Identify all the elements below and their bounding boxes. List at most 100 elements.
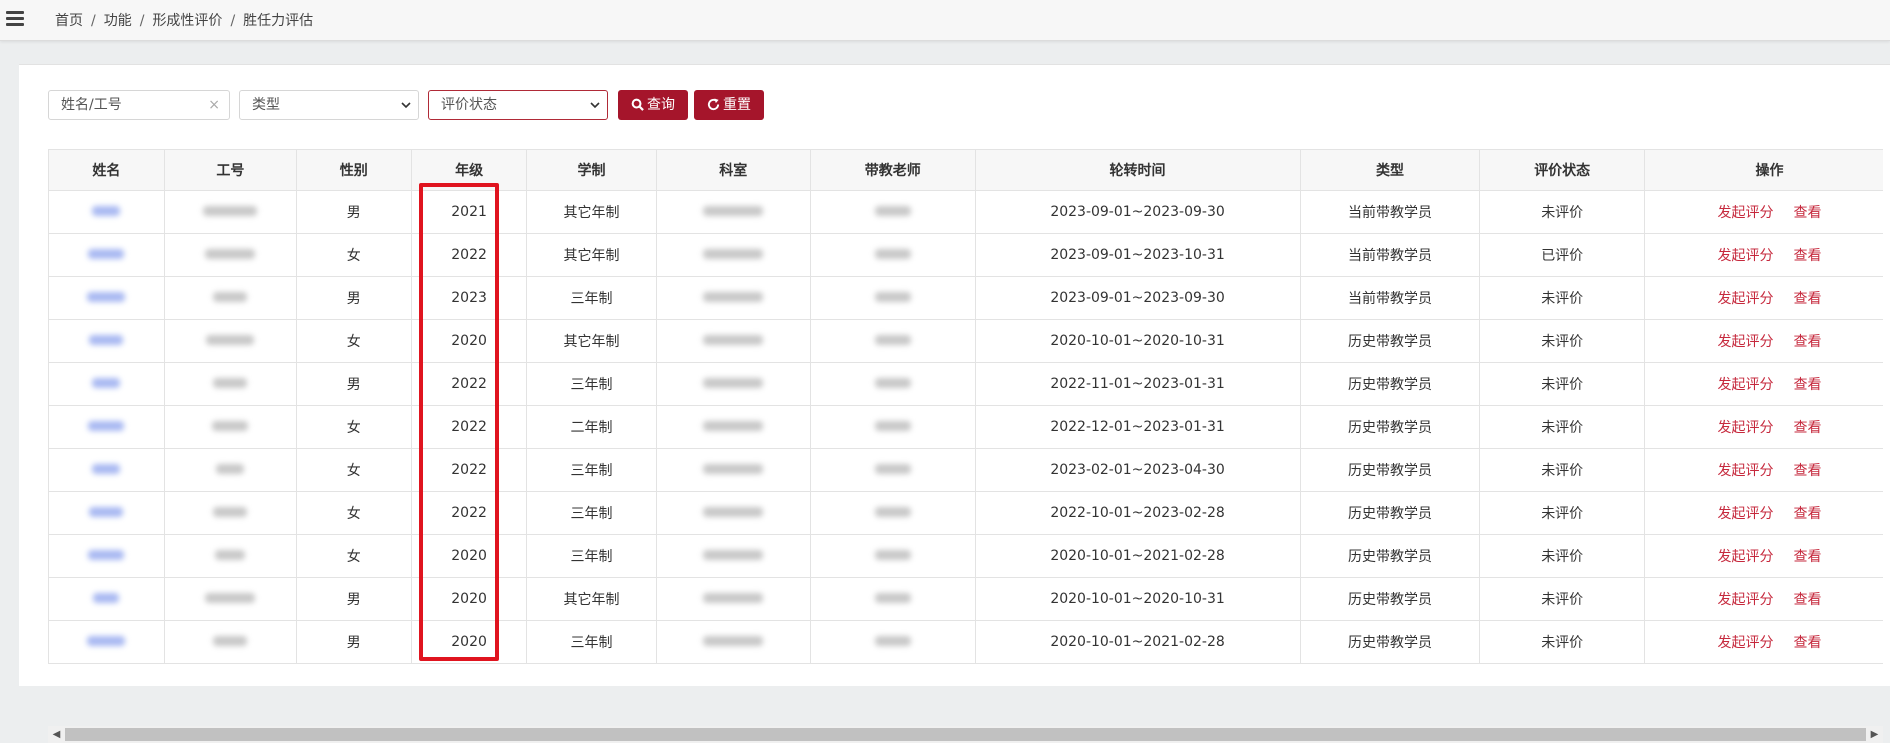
teacher-value xyxy=(874,464,911,474)
id-value xyxy=(213,292,248,302)
cell-system: 二年制 xyxy=(526,405,657,449)
name-link[interactable] xyxy=(92,206,121,216)
cell-type: 历史带教学员 xyxy=(1299,620,1481,664)
start-evaluation-link[interactable]: 发起评分 xyxy=(1717,592,1773,608)
type-select[interactable]: 类型 xyxy=(239,90,419,120)
name-link[interactable] xyxy=(92,464,121,474)
cell-system: 三年制 xyxy=(526,620,657,664)
cell-name[interactable] xyxy=(48,362,165,406)
name-link[interactable] xyxy=(93,593,120,603)
cell-teacher xyxy=(809,405,976,449)
view-link[interactable]: 查看 xyxy=(1793,463,1821,479)
cell-teacher xyxy=(809,190,976,234)
horizontal-scrollbar[interactable]: ◀ ▶ xyxy=(48,726,1883,743)
view-link[interactable]: 查看 xyxy=(1793,592,1821,608)
view-link[interactable]: 查看 xyxy=(1793,248,1821,264)
breadcrumb-home[interactable]: 首页 xyxy=(55,13,83,29)
column-header-name[interactable]: 姓名 xyxy=(48,149,165,191)
start-evaluation-link[interactable]: 发起评分 xyxy=(1717,291,1773,307)
name-link[interactable] xyxy=(88,550,125,560)
table-row: 男 2020 三年制 2020-10-01~2021-02-28 历史带教学员 未评价 发起… xyxy=(48,620,1883,664)
view-link[interactable]: 查看 xyxy=(1793,420,1821,436)
status-select[interactable]: 评价状态 xyxy=(428,90,608,120)
cell-system: 三年制 xyxy=(526,534,657,578)
reset-button[interactable]: 重置 xyxy=(694,90,764,120)
cell-id xyxy=(163,577,297,621)
cell-type: 历史带教学员 xyxy=(1299,577,1481,621)
cell-type: 历史带教学员 xyxy=(1299,319,1481,363)
cell-name[interactable] xyxy=(48,534,165,578)
cell-name[interactable] xyxy=(48,319,165,363)
start-evaluation-link[interactable]: 发起评分 xyxy=(1717,205,1773,221)
breadcrumb-function[interactable]: 功能 xyxy=(104,13,132,29)
start-evaluation-link[interactable]: 发起评分 xyxy=(1717,248,1773,264)
cell-status: 未评价 xyxy=(1479,534,1645,578)
view-link[interactable]: 查看 xyxy=(1793,506,1821,522)
view-link[interactable]: 查看 xyxy=(1793,291,1821,307)
start-evaluation-link[interactable]: 发起评分 xyxy=(1717,420,1773,436)
view-link[interactable]: 查看 xyxy=(1793,549,1821,565)
column-header-grade[interactable]: 年级 xyxy=(410,149,528,191)
start-evaluation-link[interactable]: 发起评分 xyxy=(1717,506,1773,522)
view-link[interactable]: 查看 xyxy=(1793,205,1821,221)
cell-name[interactable] xyxy=(48,577,165,621)
name-link[interactable] xyxy=(87,636,126,646)
scroll-left-icon[interactable]: ◀ xyxy=(48,726,65,743)
reset-button-label: 重置 xyxy=(723,97,751,113)
start-evaluation-link[interactable]: 发起评分 xyxy=(1717,635,1773,651)
cell-name[interactable] xyxy=(48,233,165,277)
cell-actions: 发起评分 查看 xyxy=(1643,190,1883,234)
cell-name[interactable] xyxy=(48,448,165,492)
teacher-value xyxy=(874,507,911,517)
name-link[interactable] xyxy=(88,421,125,431)
name-id-input[interactable]: 姓名/工号 × xyxy=(48,90,230,120)
cell-name[interactable] xyxy=(48,276,165,320)
cell-name[interactable] xyxy=(48,491,165,535)
column-header-id[interactable]: 工号 xyxy=(163,149,297,191)
scrollbar-thumb[interactable] xyxy=(65,728,1866,741)
name-link[interactable] xyxy=(88,249,125,259)
cell-grade: 2022 xyxy=(410,405,528,449)
breadcrumb-formative-evaluation[interactable]: 形成性评价 xyxy=(152,13,222,29)
column-header-status[interactable]: 评价状态 xyxy=(1479,149,1645,191)
column-header-system[interactable]: 学制 xyxy=(526,149,657,191)
name-link[interactable] xyxy=(89,507,124,517)
view-link[interactable]: 查看 xyxy=(1793,334,1821,350)
cell-id xyxy=(163,319,297,363)
query-button[interactable]: 查询 xyxy=(618,90,688,120)
breadcrumb-separator: / xyxy=(91,13,96,29)
name-link[interactable] xyxy=(87,292,126,302)
name-link[interactable] xyxy=(92,378,121,388)
refresh-icon xyxy=(707,98,720,111)
department-value xyxy=(703,507,764,517)
department-value xyxy=(703,206,764,216)
cell-type: 当前带教学员 xyxy=(1299,190,1481,234)
column-header-gender[interactable]: 性别 xyxy=(295,149,412,191)
cell-teacher xyxy=(809,577,976,621)
cell-rotation-time: 2020-10-01~2021-02-28 xyxy=(974,620,1301,664)
cell-id xyxy=(163,491,297,535)
name-link[interactable] xyxy=(89,335,124,345)
view-link[interactable]: 查看 xyxy=(1793,635,1821,651)
cell-type: 历史带教学员 xyxy=(1299,534,1481,578)
id-value xyxy=(213,378,248,388)
scroll-right-icon[interactable]: ▶ xyxy=(1866,726,1883,743)
column-header-teacher[interactable]: 带教老师 xyxy=(809,149,976,191)
start-evaluation-link[interactable]: 发起评分 xyxy=(1717,463,1773,479)
column-header-rotation-time[interactable]: 轮转时间 xyxy=(974,149,1301,191)
start-evaluation-link[interactable]: 发起评分 xyxy=(1717,377,1773,393)
cell-department xyxy=(655,620,811,664)
cell-name[interactable] xyxy=(48,620,165,664)
view-link[interactable]: 查看 xyxy=(1793,377,1821,393)
menu-icon[interactable] xyxy=(6,11,24,27)
clear-icon[interactable]: × xyxy=(208,91,220,119)
start-evaluation-link[interactable]: 发起评分 xyxy=(1717,549,1773,565)
cell-status: 已评价 xyxy=(1479,233,1645,277)
cell-name[interactable] xyxy=(48,190,165,234)
column-header-department[interactable]: 科室 xyxy=(655,149,811,191)
cell-system: 三年制 xyxy=(526,276,657,320)
column-header-type[interactable]: 类型 xyxy=(1299,149,1481,191)
start-evaluation-link[interactable]: 发起评分 xyxy=(1717,334,1773,350)
cell-name[interactable] xyxy=(48,405,165,449)
cell-status: 未评价 xyxy=(1479,319,1645,363)
